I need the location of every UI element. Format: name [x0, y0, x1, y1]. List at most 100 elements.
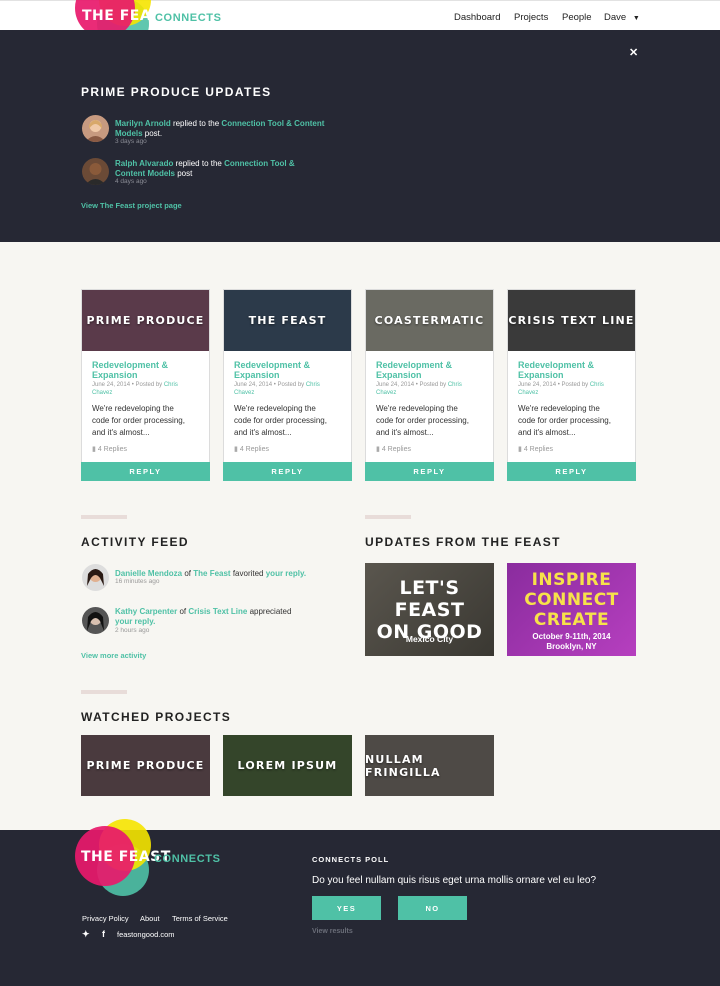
author-link[interactable]: Chris [590, 382, 604, 388]
reply-link[interactable]: your reply. [115, 617, 155, 626]
activity-title: ACTIVITY FEED [81, 535, 189, 549]
card-project-name: COASTERMATIC [374, 314, 485, 327]
activity-time: 2 hours ago [115, 627, 150, 634]
promo-headline: INSPIRE CONNECT CREATE [524, 570, 619, 630]
updates-panel [0, 30, 720, 242]
watched-project-tile[interactable]: NULLAM FRINGILLA [365, 735, 494, 796]
card-excerpt: We're redeveloping the code for order pro… [234, 404, 327, 437]
comment-icon: ▮ [92, 446, 96, 453]
card-image[interactable]: THE FEAST [224, 290, 351, 351]
user-link[interactable]: Ralph Alvarado [115, 159, 173, 168]
footer-link-about[interactable]: About [140, 914, 160, 923]
post-link[interactable]: Connection Tool & Content [221, 119, 324, 128]
card-project-name: PRIME PRODUCE [86, 314, 205, 327]
user-link[interactable]: Kathy Carpenter [115, 607, 177, 616]
update-item: Marilyn Arnold replied to the Connection… [115, 119, 325, 138]
card-replies[interactable]: ▮ 4 Replies [518, 445, 553, 453]
avatar [82, 158, 109, 185]
facebook-icon[interactable]: f [102, 929, 105, 939]
author-link[interactable]: Chris [164, 382, 178, 388]
post-link[interactable]: Connection Tool & [224, 159, 295, 168]
card-meta: June 24, 2014 • Posted by Chris Chavez [376, 382, 462, 396]
promo-location: Mexico City [405, 634, 454, 644]
nav-dashboard[interactable]: Dashboard [454, 12, 500, 23]
avatar [82, 115, 109, 142]
section-rule [81, 690, 127, 694]
poll-no-button[interactable]: NO [398, 896, 467, 920]
card-image[interactable]: PRIME PRODUCE [82, 290, 209, 351]
view-results-link[interactable]: View results [312, 928, 353, 935]
card-project-name: CRISIS TEXT LINE [508, 314, 635, 327]
watched-project-tile[interactable]: PRIME PRODUCE [81, 735, 210, 796]
nav-projects[interactable]: Projects [514, 12, 548, 23]
footer-link-terms[interactable]: Terms of Service [172, 914, 228, 923]
promo-dates: October 9-11th, 2014 Brooklyn, NY [532, 632, 611, 651]
card-excerpt: We're redeveloping the code for order pro… [92, 404, 185, 437]
chevron-down-icon: ▼ [632, 15, 640, 22]
footer-site-link[interactable]: feastongood.com [117, 930, 175, 939]
card-excerpt: We're redeveloping the code for order pro… [376, 404, 469, 437]
twitter-icon[interactable]: ✦ [82, 929, 90, 940]
author-link[interactable]: Chris [448, 382, 462, 388]
project-card: CRISIS TEXT LINE Redevelopment & Expansion… [507, 289, 636, 481]
watched-title: WATCHED PROJECTS [81, 710, 232, 724]
card-title[interactable]: Redevelopment & Expansion [376, 360, 486, 380]
reply-button[interactable]: REPLY [507, 462, 636, 481]
card-replies[interactable]: ▮ 4 Replies [92, 445, 127, 453]
card-meta: June 24, 2014 • Posted by Chris Chavez [234, 382, 320, 396]
comment-icon: ▮ [234, 446, 238, 453]
close-icon[interactable]: ✕ [629, 46, 638, 59]
watched-project-tile[interactable]: LOREM IPSUM [223, 735, 352, 796]
activity-time: 16 minutes ago [115, 578, 160, 585]
view-project-link[interactable]: View The Feast project page [81, 201, 182, 210]
avatar [82, 564, 109, 591]
poll-title: CONNECTS POLL [312, 855, 390, 864]
comment-icon: ▮ [376, 446, 380, 453]
user-link[interactable]: Danielle Mendoza [115, 569, 182, 578]
card-replies[interactable]: ▮ 4 Replies [376, 445, 411, 453]
update-time: 3 days ago [115, 138, 147, 145]
project-card: THE FEAST Redevelopment & Expansion June 24… [223, 289, 352, 481]
nav-people[interactable]: People [562, 12, 592, 23]
card-title[interactable]: Redevelopment & Expansion [518, 360, 628, 380]
project-link[interactable]: The Feast [193, 569, 230, 578]
section-rule [81, 515, 127, 519]
project-link[interactable]: Crisis Text Line [188, 607, 247, 616]
card-project-name: THE FEAST [248, 314, 327, 327]
reply-button[interactable]: REPLY [365, 462, 494, 481]
watched-project-name: NULLAM FRINGILLA [365, 752, 441, 779]
view-more-activity-link[interactable]: View more activity [81, 651, 146, 660]
card-title[interactable]: Redevelopment & Expansion [92, 360, 202, 380]
promo-lets-feast[interactable]: LET'S FEAST ON GOOD Mexico City [365, 563, 494, 656]
nav-user-menu[interactable]: Dave ▼ [604, 12, 640, 23]
poll-yes-button[interactable]: YES [312, 896, 381, 920]
post-link-cont[interactable]: Content Models [115, 169, 175, 178]
promo-inspire-connect-create[interactable]: INSPIRE CONNECT CREATE October 9-11th, 201… [507, 563, 636, 656]
user-name: Dave [604, 12, 627, 23]
section-rule [365, 515, 411, 519]
reply-link[interactable]: your reply. [266, 569, 306, 578]
update-item: Ralph Alvarado replied to the Connection… [115, 159, 295, 178]
activity-item: Kathy Carpenter of Crisis Text Line appr… [115, 607, 292, 626]
card-title[interactable]: Redevelopment & Expansion [234, 360, 344, 380]
footer-connects-wordmark: CONNECTS [154, 853, 221, 865]
feast-updates-title: UPDATES FROM THE FEAST [365, 535, 561, 549]
footer-link-privacy[interactable]: Privacy Policy [82, 914, 129, 923]
card-meta: June 24, 2014 • Posted by Chris Chavez [92, 382, 178, 396]
connects-wordmark: CONNECTS [155, 12, 222, 24]
comment-icon: ▮ [518, 446, 522, 453]
card-replies[interactable]: ▮ 4 Replies [234, 445, 269, 453]
updates-title: PRIME PRODUCE UPDATES [81, 85, 272, 99]
reply-button[interactable]: REPLY [81, 462, 210, 481]
user-link[interactable]: Marilyn Arnold [115, 119, 171, 128]
watched-project-name: LOREM IPSUM [237, 759, 338, 772]
project-card: PRIME PRODUCE Redevelopment & Expansion Jun… [81, 289, 210, 481]
card-image[interactable]: COASTERMATIC [366, 290, 493, 351]
reply-button[interactable]: REPLY [223, 462, 352, 481]
post-link-cont[interactable]: Models [115, 129, 143, 138]
card-excerpt: We're redeveloping the code for order pro… [518, 404, 611, 437]
update-time: 4 days ago [115, 178, 147, 185]
card-image[interactable]: CRISIS TEXT LINE [508, 290, 635, 351]
poll-question: Do you feel nullam quis risus eget urna … [312, 875, 597, 886]
author-link[interactable]: Chris [306, 382, 320, 388]
